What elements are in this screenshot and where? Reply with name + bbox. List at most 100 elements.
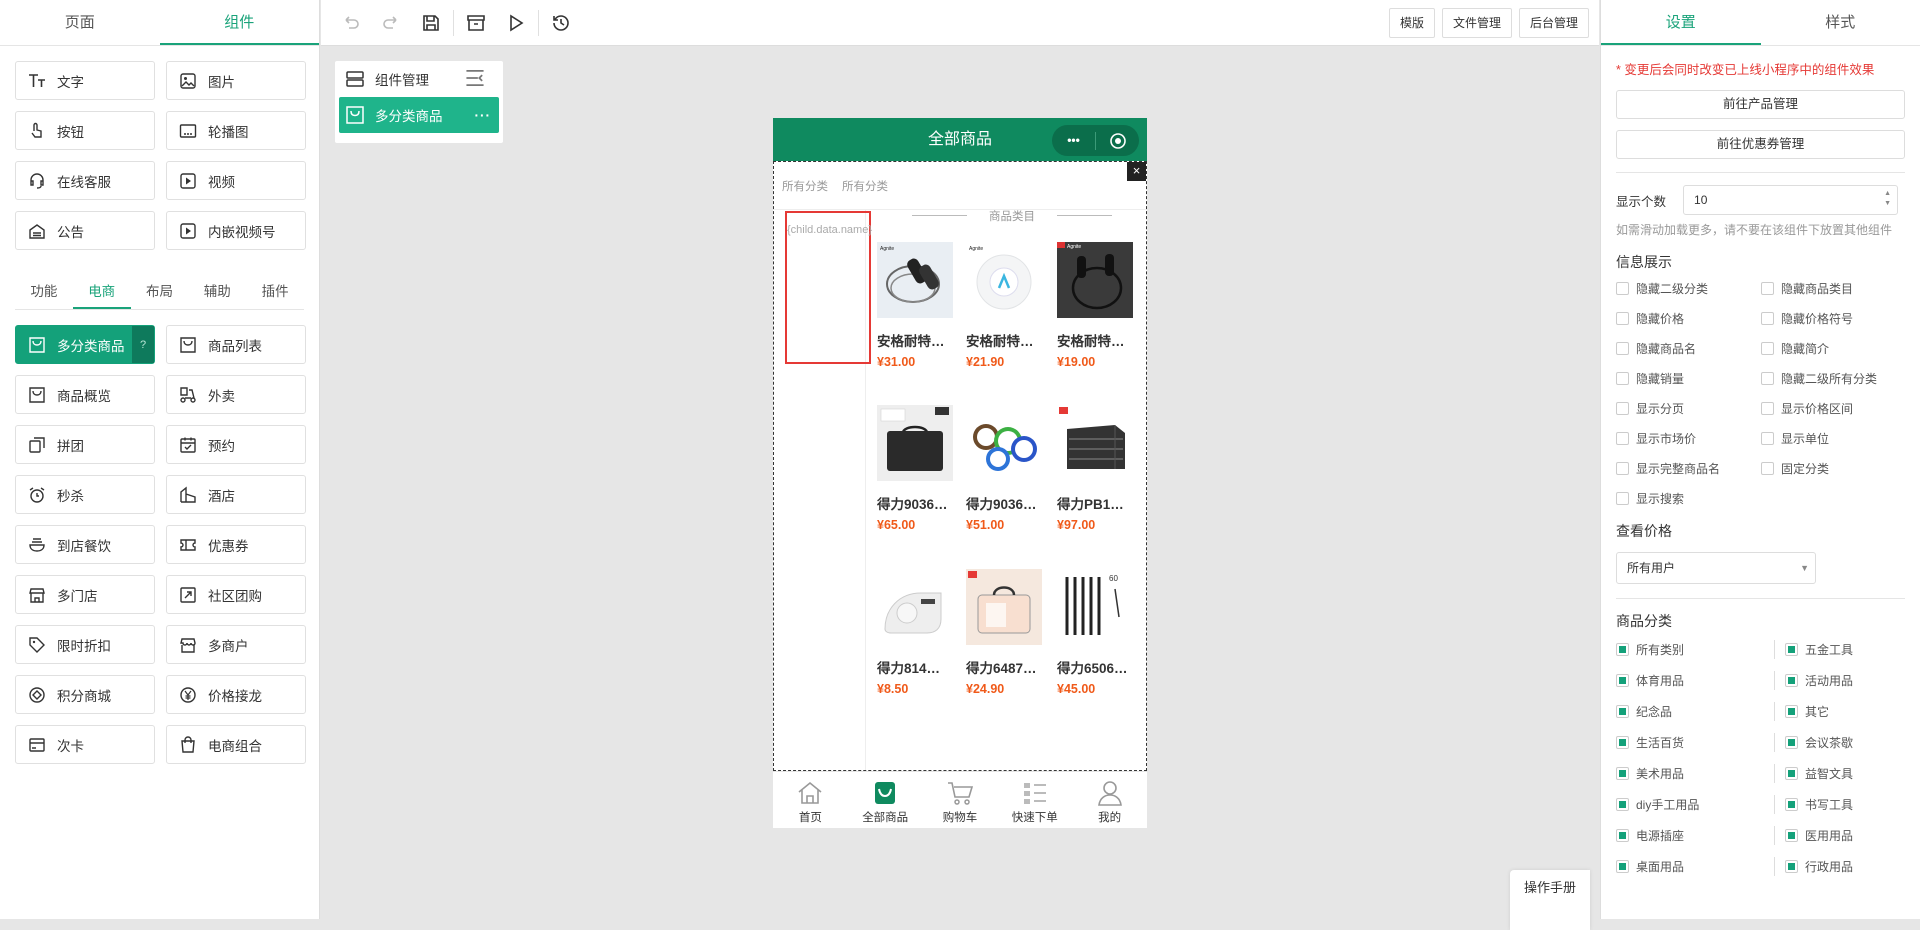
- checkbox-option[interactable]: 显示分页: [1616, 400, 1761, 417]
- category-checkbox[interactable]: 益智文具: [1774, 764, 1914, 783]
- history-icon[interactable]: [541, 0, 581, 46]
- category-checkbox[interactable]: 体育用品: [1616, 671, 1774, 690]
- go-coupon-manage-button[interactable]: 前往优惠券管理: [1616, 130, 1905, 159]
- component-goods-overview[interactable]: 商品概览: [15, 375, 155, 414]
- checkbox-option[interactable]: 显示价格区间: [1761, 400, 1906, 417]
- checkbox-option[interactable]: 固定分类: [1761, 460, 1906, 477]
- tabbar-quick-order[interactable]: 快速下单: [997, 772, 1072, 828]
- category-checkbox[interactable]: 生活百货: [1616, 733, 1774, 752]
- category-checkbox[interactable]: 美术用品: [1616, 764, 1774, 783]
- product-card[interactable]: 60 得力6506… ¥45.00: [1057, 569, 1133, 696]
- checkbox-option[interactable]: 显示完整商品名: [1616, 460, 1761, 477]
- tab-ecommerce[interactable]: 电商: [73, 276, 131, 309]
- go-product-manage-button[interactable]: 前往产品管理: [1616, 90, 1905, 119]
- product-card[interactable]: 得力6487… ¥24.90: [966, 569, 1042, 696]
- component-manager-item[interactable]: 多分类商品 ···: [339, 97, 499, 133]
- product-card[interactable]: Agnite 安格耐特… ¥31.00: [877, 242, 953, 369]
- component-goods-list[interactable]: 商品列表: [166, 325, 306, 364]
- component-hotel[interactable]: 酒店: [166, 475, 306, 514]
- component-button[interactable]: 按钮: [15, 111, 155, 150]
- component-reservation[interactable]: 预约: [166, 425, 306, 464]
- component-ecommerce-combo[interactable]: 电商组合: [166, 725, 306, 764]
- tab-style[interactable]: 样式: [1761, 0, 1920, 45]
- more-dots-icon[interactable]: •••: [1052, 125, 1095, 156]
- component-takeaway[interactable]: 外卖: [166, 375, 306, 414]
- checkbox-option[interactable]: 隐藏二级分类: [1616, 280, 1761, 297]
- category-tab[interactable]: 所有分类: [782, 178, 828, 194]
- tab-components[interactable]: 组件: [160, 0, 320, 45]
- component-notice[interactable]: 公告: [15, 211, 155, 250]
- tab-plugin[interactable]: 插件: [246, 276, 304, 309]
- selected-component-outline[interactable]: × 所有分类 所有分类 {child.data.name} 商品类目 Agnit…: [773, 161, 1147, 771]
- category-checkbox[interactable]: diy手工用品: [1616, 795, 1774, 814]
- category-checkbox[interactable]: 行政用品: [1774, 857, 1914, 876]
- save-icon[interactable]: [411, 0, 451, 46]
- category-checkbox[interactable]: 其它: [1774, 702, 1914, 721]
- product-card[interactable]: 得力9036… ¥51.00: [966, 405, 1042, 532]
- redo-icon[interactable]: [371, 0, 411, 46]
- component-coupon[interactable]: 优惠券: [166, 525, 306, 564]
- component-times-card[interactable]: 次卡: [15, 725, 155, 764]
- checkbox-option[interactable]: 隐藏价格: [1616, 310, 1761, 327]
- archive-icon[interactable]: [456, 0, 496, 46]
- component-manager-header[interactable]: 组件管理: [335, 61, 503, 97]
- manual-button[interactable]: 操作手册: [1510, 870, 1590, 930]
- admin-button[interactable]: 后台管理: [1519, 8, 1589, 38]
- category-checkbox[interactable]: 书写工具: [1774, 795, 1914, 814]
- checkbox-option[interactable]: 隐藏价格符号: [1761, 310, 1906, 327]
- preview-play-icon[interactable]: [496, 0, 536, 46]
- category-checkbox[interactable]: 医用用品: [1774, 826, 1914, 845]
- checkbox-option[interactable]: 显示市场价: [1616, 430, 1761, 447]
- component-multi-store[interactable]: 多门店: [15, 575, 155, 614]
- component-price-relay[interactable]: 价格接龙: [166, 675, 306, 714]
- tabbar-all-goods[interactable]: 全部商品: [848, 772, 923, 828]
- category-checkbox[interactable]: 电源插座: [1616, 826, 1774, 845]
- component-carousel[interactable]: 轮播图: [166, 111, 306, 150]
- checkbox-option[interactable]: 隐藏销量: [1616, 370, 1761, 387]
- component-limited-discount[interactable]: 限时折扣: [15, 625, 155, 664]
- more-icon[interactable]: ···: [475, 108, 492, 123]
- template-button[interactable]: 模版: [1389, 8, 1435, 38]
- target-icon[interactable]: [1096, 125, 1139, 156]
- stepper-icon[interactable]: ▲▼: [1884, 189, 1891, 209]
- category-checkbox[interactable]: 活动用品: [1774, 671, 1914, 690]
- product-card[interactable]: Agnite 安格耐特… ¥19.00: [1057, 242, 1133, 369]
- tab-auxiliary[interactable]: 辅助: [188, 276, 246, 309]
- tabbar-home[interactable]: 首页: [773, 772, 848, 828]
- product-card[interactable]: 得力814… ¥8.50: [877, 569, 953, 696]
- view-price-select[interactable]: 所有用户 ▼: [1616, 552, 1816, 584]
- display-count-input[interactable]: 10 ▲▼: [1683, 185, 1898, 215]
- checkbox-option[interactable]: 显示搜索: [1616, 490, 1761, 507]
- component-text[interactable]: 文字: [15, 61, 155, 100]
- undo-icon[interactable]: [331, 0, 371, 46]
- tab-layout[interactable]: 布局: [131, 276, 189, 309]
- tabbar-mine[interactable]: 我的: [1072, 772, 1147, 828]
- component-points-mall[interactable]: 积分商城: [15, 675, 155, 714]
- component-embedded-video[interactable]: 内嵌视频号: [166, 211, 306, 250]
- category-checkbox[interactable]: 桌面用品: [1616, 857, 1774, 876]
- component-image[interactable]: 图片: [166, 61, 306, 100]
- component-multi-merchant[interactable]: 多商户: [166, 625, 306, 664]
- component-multi-category-goods[interactable]: 多分类商品?: [15, 325, 155, 364]
- component-group-buy[interactable]: 拼团: [15, 425, 155, 464]
- component-community-group[interactable]: 社区团购: [166, 575, 306, 614]
- file-manager-button[interactable]: 文件管理: [1442, 8, 1512, 38]
- checkbox-option[interactable]: 显示单位: [1761, 430, 1906, 447]
- component-customer-service[interactable]: 在线客服: [15, 161, 155, 200]
- product-card[interactable]: Agnite 安格耐特… ¥21.90: [966, 242, 1042, 369]
- checkbox-option[interactable]: 隐藏商品名: [1616, 340, 1761, 357]
- category-checkbox[interactable]: 纪念品: [1616, 702, 1774, 721]
- checkbox-option[interactable]: 隐藏简介: [1761, 340, 1906, 357]
- help-icon[interactable]: ?: [132, 326, 154, 363]
- category-placeholder[interactable]: {child.data.name}: [785, 211, 871, 364]
- tab-function[interactable]: 功能: [15, 276, 73, 309]
- product-card[interactable]: 得力PB1… ¥97.00: [1057, 405, 1133, 532]
- category-checkbox[interactable]: 所有类别: [1616, 640, 1774, 659]
- tabbar-cart[interactable]: 购物车: [923, 772, 998, 828]
- collapse-icon[interactable]: [465, 68, 495, 91]
- checkbox-option[interactable]: 隐藏商品类目: [1761, 280, 1906, 297]
- component-dine-in[interactable]: 到店餐饮: [15, 525, 155, 564]
- component-flash-sale[interactable]: 秒杀: [15, 475, 155, 514]
- component-video[interactable]: 视频: [166, 161, 306, 200]
- close-icon[interactable]: ×: [1127, 162, 1146, 181]
